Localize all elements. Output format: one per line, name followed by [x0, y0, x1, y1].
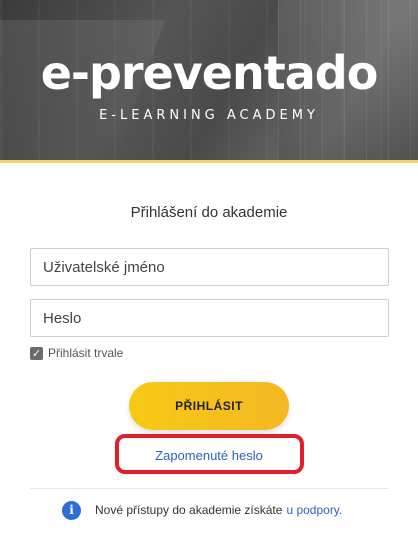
support-link[interactable]: u podpory. [286, 503, 342, 517]
login-button[interactable]: PŘIHLÁSIT [129, 382, 289, 430]
info-text: Nové přístupy do akademie získáte [95, 503, 283, 517]
tagline: E-LEARNING ACADEMY [99, 108, 319, 123]
forgot-password-link[interactable]: Zapomenuté heslo [0, 448, 418, 463]
remember-label: Přihlásit trvale [48, 346, 124, 360]
logo: e-preventado [40, 46, 379, 100]
remember-checkbox[interactable]: ✓ [30, 346, 43, 360]
remember-me[interactable]: ✓ Přihlásit trvale [30, 345, 123, 361]
password-field[interactable] [30, 299, 389, 337]
info-icon: i [62, 500, 81, 520]
login-title: Přihlášení do akademie [130, 204, 288, 221]
header-divider [0, 160, 418, 163]
divider [30, 488, 389, 489]
info-message: i Nové přístupy do akademie získáte u po… [62, 500, 342, 520]
username-field[interactable] [30, 248, 389, 286]
